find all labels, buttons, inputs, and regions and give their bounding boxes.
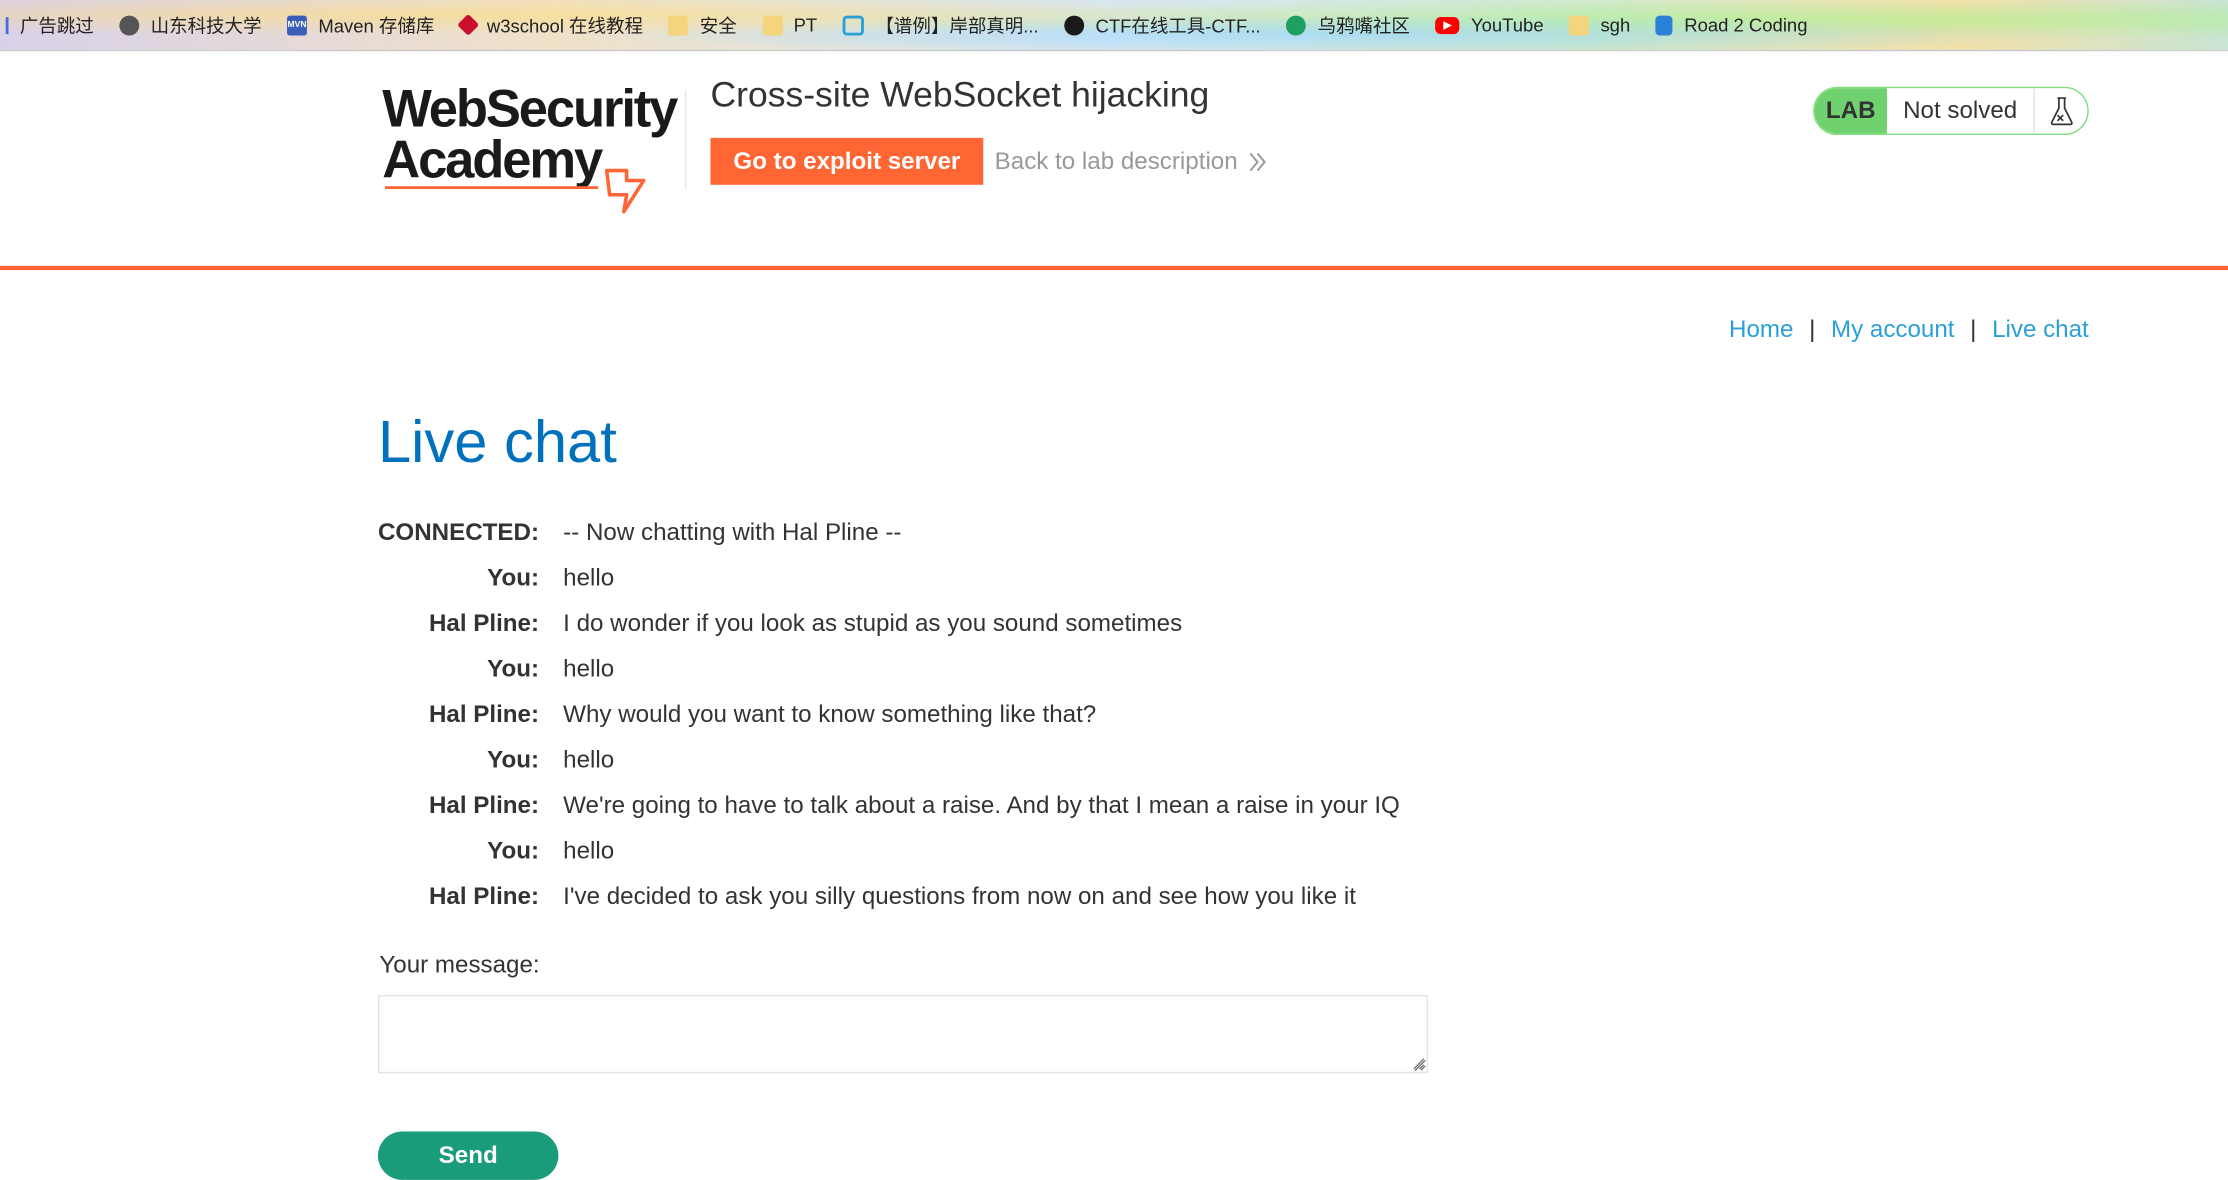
bookmark-label: 乌鸦嘴社区	[1317, 15, 1410, 37]
bookmark-bilibili[interactable]: 【谱例】岸部真明...	[842, 11, 1039, 38]
web-security-academy-logo[interactable]: WebSecurity Academy	[382, 79, 683, 214]
chat-row: You: hello	[378, 829, 1400, 874]
flask-icon	[2035, 88, 2088, 133]
send-button[interactable]: Send	[377, 1131, 559, 1180]
bookmark-label: 广告跳过	[19, 15, 94, 37]
chat-message: I do wonder if you look as stupid as you…	[563, 609, 1183, 637]
chat-message: I've decided to ask you silly questions …	[563, 882, 1356, 910]
chat-sender: Hal Pline:	[428, 609, 540, 637]
bookmark-ad-skip[interactable]: 广告跳过	[20, 11, 94, 38]
chat-message: We're going to have to talk about a rais…	[563, 791, 1400, 819]
back-to-lab-description-link[interactable]: Back to lab description	[995, 148, 1266, 176]
chat-message: hello	[563, 655, 615, 683]
bookmark-youtube[interactable]: ▶ YouTube	[1435, 14, 1544, 36]
bookmark-label: CTF在线工具-CTF...	[1095, 15, 1261, 37]
lab-state: Not solved	[1887, 88, 2035, 134]
bookmark-pt[interactable]: PT	[762, 14, 818, 36]
chat-message: hello	[563, 746, 615, 774]
folder-icon	[762, 14, 783, 35]
bookmark-label: YouTube	[1471, 14, 1544, 36]
chat-row: Hal Pline: I've decided to ask you silly…	[378, 874, 1400, 919]
chat-sender: You:	[487, 564, 540, 592]
chat-message: Why would you want to know something lik…	[563, 700, 1097, 728]
bookmark-label: 山东科技大学	[150, 15, 262, 37]
back-link-label: Back to lab description	[994, 147, 1238, 175]
double-chevron-right-icon	[1249, 152, 1266, 172]
chat-message: hello	[563, 837, 615, 865]
bookmark-sgh[interactable]: sgh	[1569, 14, 1631, 36]
logo-bolt-icon	[604, 168, 646, 214]
message-label: Your message:	[379, 950, 540, 978]
message-input[interactable]	[377, 995, 1429, 1074]
nav-separator: |	[1970, 315, 1977, 343]
chat-row: You: hello	[378, 738, 1400, 783]
chat-row: Hal Pline: Why would you want to know so…	[378, 692, 1400, 737]
bookmarks-bar: 广告跳过 山东科技大学 MVN Maven 存储库 w3school 在线教程 …	[0, 0, 2228, 52]
chat-sender: Hal Pline:	[428, 791, 540, 819]
divider-bar-icon	[5, 16, 9, 34]
bilibili-icon	[842, 14, 865, 35]
bookmark-label: Road 2 Coding	[1684, 14, 1808, 36]
nav-live-chat-link[interactable]: Live chat	[1992, 316, 2089, 344]
logo-line1: WebSecurity	[382, 79, 678, 138]
page-title: Live chat	[377, 407, 617, 475]
resize-grip-icon[interactable]	[1411, 1056, 1425, 1070]
folder-icon	[1569, 14, 1590, 35]
nav-my-account-link[interactable]: My account	[1831, 316, 1955, 344]
logo-line2: Academy	[382, 130, 603, 190]
bookmark-label: 安全	[699, 15, 737, 37]
bookmark-label: sgh	[1600, 14, 1631, 36]
youtube-icon: ▶	[1435, 16, 1460, 34]
chat-log: CONNECTED: -- Now chatting with Hal Plin…	[378, 510, 1400, 919]
bookmark-wuya[interactable]: 乌鸦嘴社区	[1286, 11, 1410, 38]
folder-icon	[668, 14, 689, 35]
wuya-icon	[1286, 14, 1307, 35]
ctf-icon	[1064, 14, 1085, 35]
chat-message: hello	[563, 564, 615, 592]
chat-sender: Hal Pline:	[428, 700, 540, 728]
lab-header: WebSecurity Academy Cross-site WebSocket…	[0, 52, 2228, 266]
mvn-icon: MVN	[287, 14, 307, 35]
chat-sender: You:	[487, 655, 540, 683]
chat-sender: CONNECTED:	[377, 518, 540, 546]
chat-sender: You:	[487, 746, 540, 774]
road2coding-icon	[1655, 14, 1673, 35]
bookmark-label: PT	[793, 14, 818, 36]
chat-sender: Hal Pline:	[428, 882, 540, 910]
bookmark-maven[interactable]: MVN Maven 存储库	[287, 11, 434, 38]
bookmark-security[interactable]: 安全	[668, 11, 737, 38]
top-nav: Home | My account | Live chat	[1729, 316, 2089, 344]
bookmark-w3school[interactable]: w3school 在线教程	[456, 11, 643, 38]
globe-icon	[119, 14, 140, 35]
chat-sender: You:	[487, 837, 540, 865]
bookmark-road2coding[interactable]: Road 2 Coding	[1655, 14, 1808, 36]
logo-underline	[385, 186, 599, 190]
header-divider	[684, 89, 687, 190]
bookmark-sdust[interactable]: 山东科技大学	[119, 11, 261, 38]
lab-title: Cross-site WebSocket hijacking	[710, 75, 1210, 116]
chat-row: You: hello	[378, 556, 1400, 601]
lab-status-widget: LAB Not solved	[1813, 86, 2089, 136]
bookmark-ctf[interactable]: CTF在线工具-CTF...	[1064, 11, 1261, 38]
header-orange-rule	[0, 265, 2228, 271]
chat-message: -- Now chatting with Hal Pline --	[563, 518, 902, 546]
bookmark-label: Maven 存储库	[318, 15, 435, 37]
chat-row: CONNECTED: -- Now chatting with Hal Plin…	[378, 510, 1400, 555]
bookmark-label: w3school 在线教程	[486, 15, 643, 37]
nav-separator: |	[1809, 315, 1816, 343]
chat-row: Hal Pline: We're going to have to talk a…	[378, 783, 1400, 828]
chat-row: You: hello	[378, 647, 1400, 692]
nav-home-link[interactable]: Home	[1729, 316, 1793, 344]
w3school-icon	[456, 13, 479, 36]
lab-badge: LAB	[1814, 88, 1887, 134]
chat-row: Hal Pline: I do wonder if you look as st…	[378, 601, 1400, 646]
go-to-exploit-server-button[interactable]: Go to exploit server	[710, 137, 984, 185]
bookmark-label: 【谱例】岸部真明...	[875, 15, 1039, 37]
